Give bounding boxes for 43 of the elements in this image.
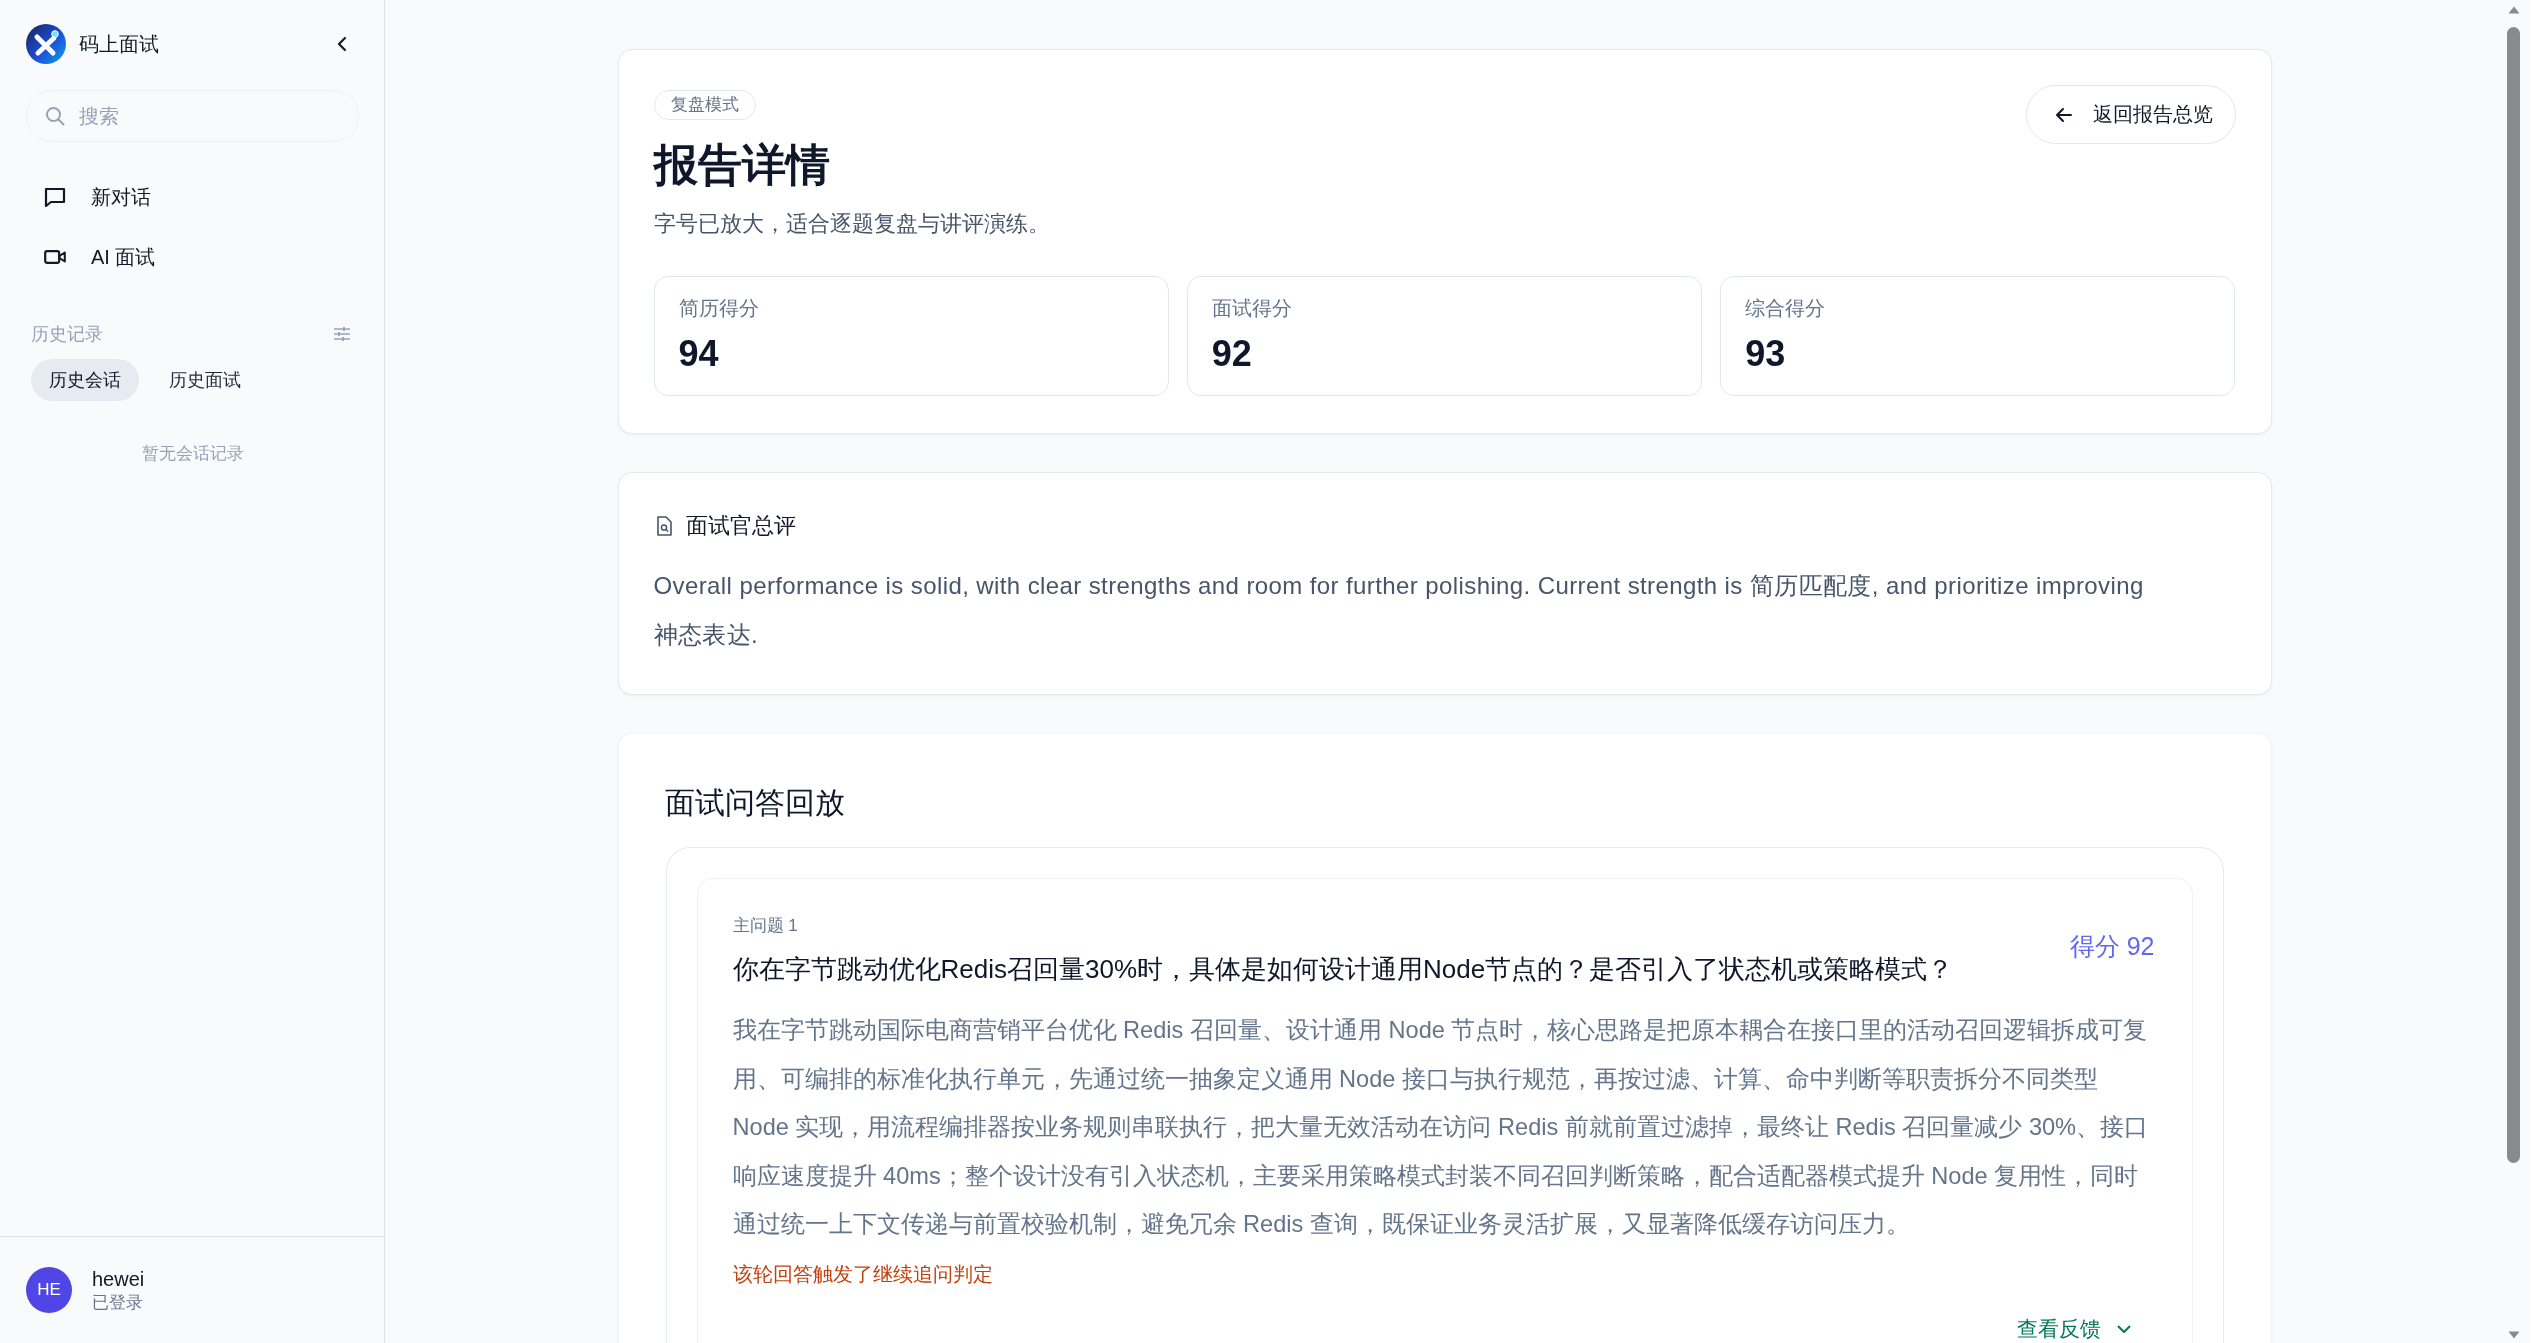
logo-icon	[26, 24, 66, 64]
score-label: 综合得分	[1745, 296, 1826, 321]
app-name: 码上面试	[79, 31, 159, 57]
video-camera-icon	[44, 247, 66, 267]
score-label: 简历得分	[678, 296, 759, 321]
collapse-sidebar-button[interactable]	[337, 36, 347, 52]
back-button[interactable]: 返回报告总览	[2025, 85, 2236, 144]
score-value: 93	[1745, 332, 1786, 376]
score-value: 94	[678, 332, 719, 376]
summary-text: Overall performance is solid, with clear strengths and room for further polishing. Current strength is 简历匹配度, and prioritize improving 神态表达.	[653, 571, 2145, 650]
scroll-down-arrow-icon[interactable]	[2508, 1331, 2520, 1339]
page-subtitle: 字号已放大，适合逐题复盘与讲评演练。	[653, 210, 1050, 238]
chevron-down-icon	[2116, 1324, 2131, 1334]
question-tag: 主问题 1	[732, 915, 798, 937]
section-title: 面试官总评	[685, 512, 796, 540]
empty-state-text: 暂无会话记录	[140, 443, 245, 465]
sliders-icon	[333, 326, 351, 342]
user-avatar: HE	[26, 1267, 72, 1313]
score-label: 面试得分	[1211, 296, 1292, 321]
section-title: 面试问答回放	[664, 785, 846, 821]
login-status: 已登录	[92, 1292, 144, 1314]
history-tab[interactable]: 历史会话	[31, 359, 139, 401]
search-icon	[45, 106, 65, 126]
arrow-left-icon	[2054, 106, 2073, 123]
document-icon	[655, 516, 672, 536]
score-value: 92	[1211, 332, 1252, 376]
chevron-left-icon	[337, 36, 347, 52]
follow-up-note: 该轮回答触发了继续追问判定	[732, 1261, 993, 1287]
history-tab[interactable]: 历史面试	[151, 359, 259, 401]
question-text: 你在字节跳动优化Redis召回量30%时，具体是如何设计通用Node节点的？是否引入了状态机或策略模式？	[732, 953, 1954, 986]
scrollbar-thumb[interactable]	[2507, 27, 2520, 1163]
user-name: hewei	[92, 1267, 145, 1292]
filter-button[interactable]	[333, 326, 351, 342]
scroll-up-arrow-icon[interactable]	[2508, 6, 2520, 14]
answer-text: 我在字节跳动国际电商营销平台优化 Redis 召回量、设计通用 Node 节点时，核心思路是把原本耦合在接口里的活动召回逻辑拆成可复用、可编排的标准化执行单元，先通过统一抽象定义通用 Node 接口与执行规范，再按过滤、计算、命中判断等职责拆分不同类型 Node 实现，用流程编排器按业务规则串联执行，把大量无效活动在访问 Redis 前就前置过滤掉，最终让 Redis 召回量减少 30%、接口响应速度提升 40ms；整个设计没有引入状态机，主要采用策略模式封装不同召回判断策略，配合适配器模式提升 Node 复用性，同时通过统一上下文传递与前置校验机制，避免冗余 Redis 查询，既保证业务灵活扩展，又显著降低缓存访问压力。	[732, 1016, 2150, 1239]
question-score: 得分 92	[2069, 930, 2155, 962]
page-title: 报告详情	[653, 139, 830, 191]
nav-item[interactable]: 新对话	[26, 173, 359, 221]
chat-bubble-icon	[44, 187, 66, 207]
nav-item[interactable]: AI 面试	[26, 233, 359, 281]
search-field[interactable]: 搜索	[26, 90, 359, 142]
view-feedback-button[interactable]: 查看反馈	[2016, 1315, 2131, 1343]
section-label: 历史记录	[31, 323, 103, 346]
